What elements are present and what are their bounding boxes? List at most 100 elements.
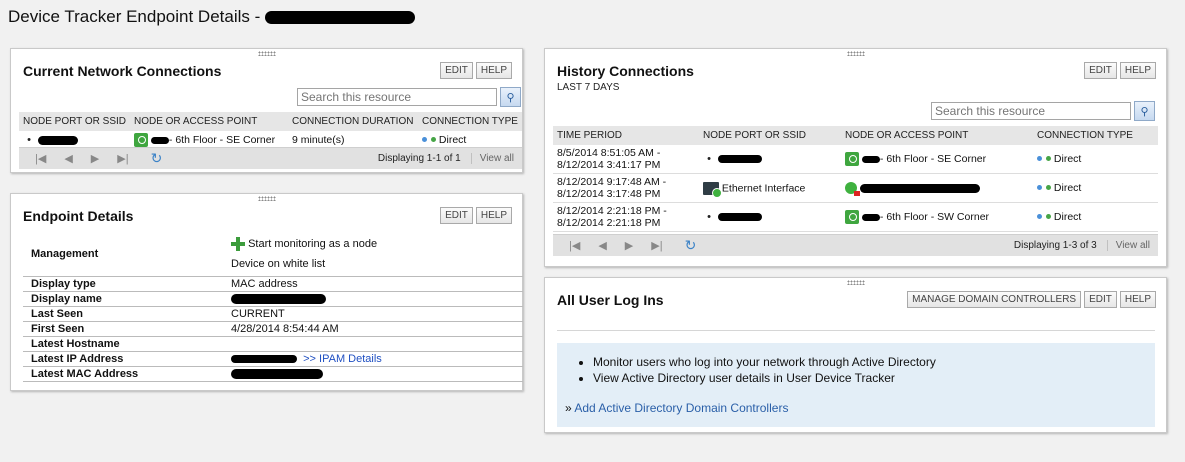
last-page-icon[interactable]: ▶| — [651, 239, 662, 252]
column-header[interactable]: CONNECTION DURATION — [287, 112, 418, 131]
first-page-icon[interactable]: |◀ — [569, 239, 580, 252]
direct-connection-icon — [421, 137, 436, 143]
redacted-port — [717, 155, 762, 164]
direct-connection-icon — [1037, 185, 1051, 191]
panel-title: All User Log Ins — [557, 292, 664, 308]
access-point-link[interactable]: - 6th Floor - SE Corner — [169, 134, 275, 146]
access-point-link[interactable]: - 6th Floor - SE Corner — [880, 153, 986, 165]
redacted-port — [37, 135, 78, 145]
search-icon: ⚲ — [506, 91, 515, 104]
redacted-name — [265, 11, 415, 25]
redacted-mac — [231, 368, 323, 379]
redacted-port — [717, 213, 762, 222]
current-connections-panel: Current Network Connections EDIT HELP ⚲ … — [10, 48, 523, 173]
ethernet-interface-link[interactable]: Ethernet Interface — [722, 182, 805, 194]
view-all-link[interactable]: View all — [1106, 240, 1158, 251]
page-title: Device Tracker Endpoint Details - — [8, 7, 415, 27]
manage-domain-controllers-button[interactable]: MANAGE DOMAIN CONTROLLERS — [907, 291, 1082, 308]
wireless-icon: • — [707, 211, 711, 223]
user-log-ins-panel: All User Log Ins MANAGE DOMAIN CONTROLLE… — [544, 277, 1167, 433]
detail-row: First Seen 4/28/2014 8:54:44 AM — [23, 321, 523, 337]
divider — [557, 330, 1155, 331]
ethernet-icon — [703, 181, 722, 198]
help-button[interactable]: HELP — [475, 62, 512, 79]
search-input[interactable] — [297, 88, 497, 106]
next-page-icon[interactable]: ▶ — [91, 152, 99, 165]
table-row: 8/5/2014 8:51:05 AM -8/12/2014 3:41:17 P… — [553, 145, 1158, 174]
help-button[interactable]: HELP — [475, 207, 512, 224]
start-monitoring-link[interactable]: Start monitoring as a node — [248, 238, 377, 250]
drag-handle[interactable] — [257, 196, 276, 201]
pager: |◀ ◀ ▶ ▶| ↻ Displaying 1-1 of 1 View all — [19, 147, 522, 169]
drag-handle[interactable] — [846, 51, 865, 56]
detail-row: Display type MAC address — [23, 276, 523, 292]
wireless-icon: • — [27, 134, 31, 146]
first-page-icon[interactable]: |◀ — [35, 152, 46, 165]
panel-subtitle: LAST 7 DAYS — [557, 82, 620, 93]
next-page-icon[interactable]: ▶ — [625, 239, 633, 252]
history-connections-table: TIME PERIOD NODE PORT OR SSID NODE OR AC… — [553, 126, 1158, 232]
add-icon[interactable] — [231, 236, 245, 251]
prev-page-icon[interactable]: ◀ — [598, 239, 606, 252]
help-button[interactable]: HELP — [1119, 62, 1156, 79]
ipam-details-link[interactable]: >> IPAM Details — [303, 353, 382, 365]
endpoint-details-table: Management Start monitoring as a node De… — [23, 232, 523, 382]
redacted-ap — [861, 155, 880, 163]
edit-button[interactable]: EDIT — [1084, 291, 1117, 308]
add-domain-controllers-link[interactable]: Add Active Directory Domain Controllers — [574, 401, 788, 415]
edit-button[interactable]: EDIT — [1084, 62, 1117, 79]
access-point-icon — [845, 210, 859, 224]
redacted-ap — [861, 213, 880, 221]
search-button[interactable]: ⚲ — [500, 87, 521, 107]
column-header[interactable]: NODE OR ACCESS POINT — [841, 126, 1033, 145]
pager: |◀ ◀ ▶ ▶| ↻ Displaying 1-3 of 3 View all — [553, 234, 1158, 256]
column-header[interactable]: CONNECTION TYPE — [417, 112, 522, 131]
panel-title: History Connections — [557, 63, 694, 79]
detail-row: Latest IP Address >> IPAM Details — [23, 351, 523, 367]
drag-handle[interactable] — [257, 51, 276, 56]
node-status-icon — [845, 182, 860, 197]
search-input[interactable] — [931, 102, 1131, 120]
detail-row: Last Seen CURRENT — [23, 306, 523, 322]
chevron-right-icon: » — [565, 401, 572, 415]
column-header[interactable]: CONNECTION TYPE — [1033, 126, 1158, 145]
edit-button[interactable]: EDIT — [440, 207, 473, 224]
history-connections-panel: History Connections LAST 7 DAYS EDIT HEL… — [544, 48, 1167, 267]
displaying-count: Displaying 1-3 of 3 — [1013, 240, 1097, 251]
detail-row: Display name — [23, 291, 523, 307]
refresh-icon[interactable]: ↻ — [685, 237, 697, 254]
detail-row: Latest MAC Address — [23, 366, 523, 382]
view-all-link[interactable]: View all — [470, 153, 522, 164]
column-header[interactable]: NODE PORT OR SSID — [19, 112, 130, 131]
direct-connection-icon — [1037, 214, 1051, 220]
edit-button[interactable]: EDIT — [440, 62, 473, 79]
access-point-link[interactable]: - 6th Floor - SW Corner — [880, 211, 989, 223]
management-label: Management — [23, 232, 223, 277]
wireless-icon: • — [707, 153, 711, 165]
redacted-node — [859, 183, 980, 193]
panel-title: Current Network Connections — [23, 63, 222, 79]
column-header[interactable]: NODE OR ACCESS POINT — [129, 112, 288, 131]
redacted-ap — [150, 136, 169, 144]
redacted-ip — [231, 354, 297, 363]
last-page-icon[interactable]: ▶| — [117, 152, 128, 165]
prev-page-icon[interactable]: ◀ — [64, 152, 72, 165]
column-header[interactable]: NODE PORT OR SSID — [699, 126, 841, 145]
table-row: 8/12/2014 9:17:48 AM -8/12/2014 3:17:48 … — [553, 173, 1158, 203]
panel-title: Endpoint Details — [23, 208, 134, 224]
displaying-count: Displaying 1-1 of 1 — [377, 153, 461, 164]
help-button[interactable]: HELP — [1119, 291, 1156, 308]
column-header[interactable]: TIME PERIOD — [553, 126, 699, 145]
search-icon: ⚲ — [1140, 105, 1149, 118]
access-point-icon — [133, 133, 148, 147]
endpoint-details-panel: Endpoint Details EDIT HELP Management St… — [10, 193, 523, 391]
search-button[interactable]: ⚲ — [1134, 101, 1155, 121]
current-connections-table: NODE PORT OR SSID NODE OR ACCESS POINT C… — [19, 112, 522, 150]
refresh-icon[interactable]: ↻ — [151, 150, 163, 167]
redacted-display-name — [231, 293, 326, 304]
access-point-icon — [845, 152, 859, 166]
direct-connection-icon — [1037, 156, 1051, 162]
info-bullet: View Active Directory user details in Us… — [593, 371, 1155, 385]
active-directory-info: Monitor users who log into your network … — [557, 343, 1155, 427]
drag-handle[interactable] — [846, 280, 865, 285]
